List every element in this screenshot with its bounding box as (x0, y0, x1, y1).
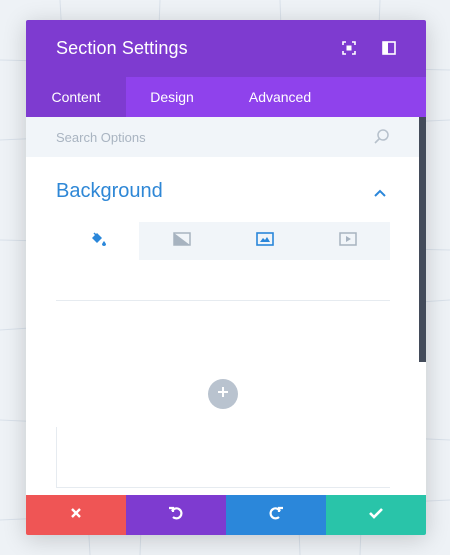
save-button[interactable] (326, 495, 426, 535)
background-gradient-tab[interactable] (140, 222, 223, 260)
undo-icon (168, 505, 184, 526)
tab-design[interactable]: Design (126, 77, 218, 117)
upload-area-border (56, 427, 57, 487)
undo-button[interactable] (126, 495, 226, 535)
search-placeholder: Search Options (56, 130, 146, 145)
chevron-up-icon[interactable] (371, 185, 389, 203)
close-icon (70, 506, 82, 524)
background-section: Background (26, 157, 419, 495)
divider (56, 300, 390, 301)
split-view-icon[interactable] (379, 38, 399, 58)
scrollbar[interactable] (419, 117, 426, 362)
search-icon[interactable] (373, 128, 391, 146)
cancel-button[interactable] (26, 495, 126, 535)
divider (56, 487, 390, 488)
gradient-icon (172, 231, 191, 252)
background-video-tab[interactable] (306, 222, 389, 260)
redo-icon (268, 505, 284, 526)
modal-footer (26, 495, 426, 535)
settings-tabs: Content Design Advanced (26, 77, 426, 117)
section-settings-modal: Section Settings Content Design Advanced… (26, 20, 426, 535)
background-image-tab[interactable] (223, 222, 306, 260)
background-type-tabs (56, 222, 390, 260)
plus-icon (217, 385, 229, 403)
redo-button[interactable] (226, 495, 326, 535)
expand-icon[interactable] (339, 38, 359, 58)
background-color-tab[interactable] (56, 222, 139, 260)
tab-content[interactable]: Content (26, 77, 126, 117)
video-icon (338, 231, 357, 252)
modal-title: Section Settings (56, 38, 188, 58)
section-title[interactable]: Background (56, 180, 163, 203)
search-options-input[interactable]: Search Options (26, 117, 419, 157)
modal-header: Section Settings (26, 20, 426, 77)
check-icon (368, 506, 384, 525)
add-background-button[interactable] (208, 379, 238, 409)
paint-bucket-icon (89, 230, 107, 253)
image-icon (255, 231, 274, 252)
tab-advanced[interactable]: Advanced (218, 77, 342, 117)
